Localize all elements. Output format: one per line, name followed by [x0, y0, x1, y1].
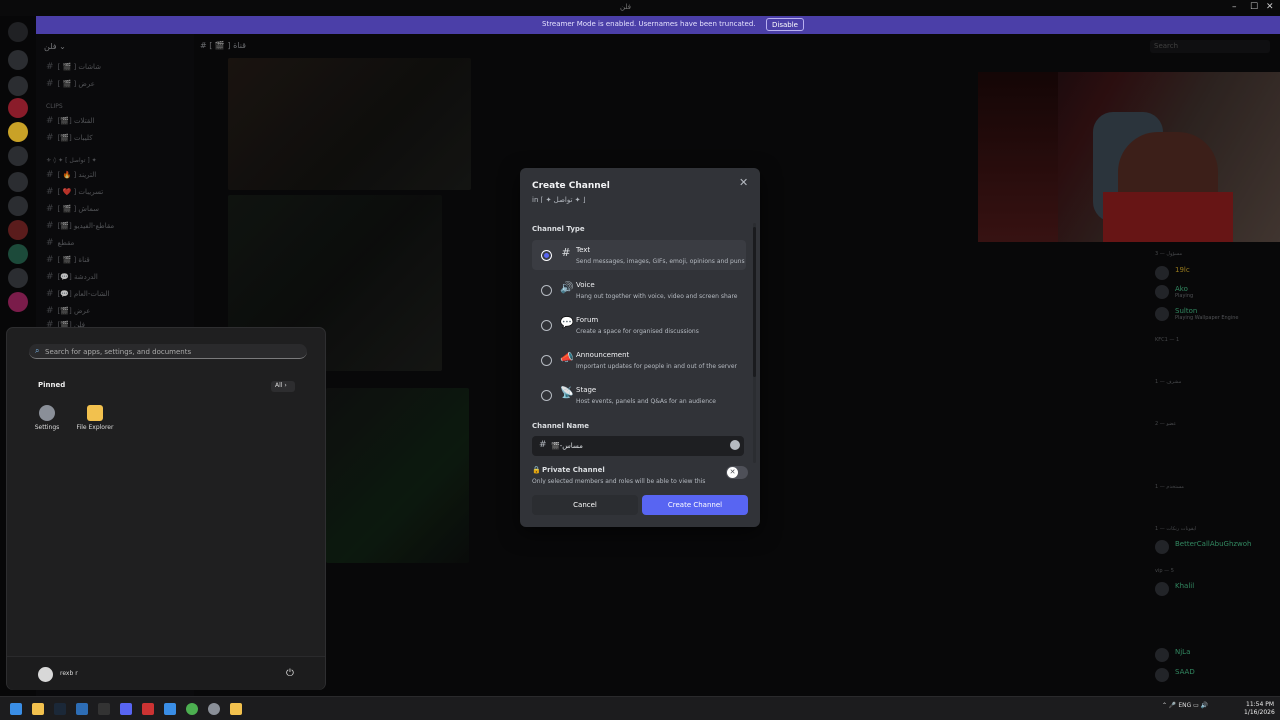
search-icon: ⌕: [35, 346, 40, 355]
server-icon[interactable]: [8, 196, 28, 216]
start-icon[interactable]: [10, 703, 22, 715]
server-icon[interactable]: [8, 172, 28, 192]
channel-type-stage[interactable]: 📡 Stage Host events, panels and Q&As for…: [532, 380, 746, 410]
radio[interactable]: [541, 390, 552, 401]
modal-subtitle: in ⌈ ✦ تواصل ✦ ⌋: [532, 196, 586, 204]
chrome-icon[interactable]: [186, 703, 198, 715]
clock[interactable]: 11:54 PM 1/16/2026: [1244, 701, 1275, 717]
server-icon[interactable]: [8, 244, 28, 264]
private-channel-desc: Only selected members and roles will be …: [532, 478, 706, 484]
forum-icon: 💬: [560, 316, 574, 329]
channel-name-label: Channel Name: [532, 422, 590, 430]
server-icon[interactable]: [8, 98, 28, 118]
app-icon[interactable]: [142, 703, 154, 715]
discord-icon[interactable]: [120, 703, 132, 715]
server-icon[interactable]: [8, 292, 28, 312]
option-label: Forum: [576, 316, 599, 324]
option-label: Voice: [576, 281, 595, 289]
channel-name-input[interactable]: [551, 441, 721, 451]
option-desc: Send messages, images, GIFs, emoji, opin…: [576, 258, 745, 265]
disable-streamer-button[interactable]: Disable: [766, 18, 804, 31]
option-desc: Create a space for organised discussions: [576, 328, 699, 335]
option-desc: Host events, panels and Q&As for an audi…: [576, 398, 716, 405]
modal-scrollbar[interactable]: [753, 223, 756, 463]
create-channel-button[interactable]: Create Channel: [642, 495, 748, 515]
gear-icon: [39, 405, 55, 421]
folder-icon: [87, 405, 103, 421]
emoji-icon[interactable]: [730, 440, 740, 450]
toggle-off-icon: ✕: [727, 467, 738, 478]
window-title: فلن: [620, 3, 631, 11]
banner-text: Streamer Mode is enabled. Usernames have…: [542, 20, 756, 28]
channel-type-forum[interactable]: 💬 Forum Create a space for organised dis…: [532, 310, 746, 340]
discord-home-icon[interactable]: [8, 22, 28, 42]
steam-icon[interactable]: [54, 703, 66, 715]
app-file-explorer[interactable]: File Explorer: [73, 405, 117, 431]
server-icon[interactable]: [8, 268, 28, 288]
user-avatar[interactable]: [38, 667, 53, 682]
server-icon[interactable]: [8, 76, 28, 96]
option-label: Text: [576, 246, 591, 254]
minimize-button[interactable]: –: [1232, 2, 1237, 12]
radio[interactable]: [541, 285, 552, 296]
window-titlebar: فلن – ☐ ✕: [0, 0, 1280, 16]
streamer-mode-banner: Streamer Mode is enabled. Usernames have…: [36, 16, 1280, 34]
channel-name-field[interactable]: #: [532, 436, 744, 456]
hashtag-icon: #: [539, 440, 547, 450]
stage-icon: 📡: [560, 386, 574, 399]
option-label: Stage: [576, 386, 597, 394]
option-desc: Important updates for people in and out …: [576, 363, 737, 370]
close-icon[interactable]: ✕: [739, 176, 748, 189]
power-icon[interactable]: ⏻: [286, 668, 294, 679]
app-icon[interactable]: [98, 703, 110, 715]
close-window-button[interactable]: ✕: [1266, 2, 1274, 12]
lock-icon: 🔒: [532, 466, 541, 474]
folder-icon[interactable]: [230, 703, 242, 715]
server-icon[interactable]: [8, 50, 28, 70]
option-desc: Hang out together with voice, video and …: [576, 293, 738, 300]
hashtag-icon: #: [561, 246, 571, 259]
server-icon[interactable]: [8, 122, 28, 142]
create-channel-modal: Create Channel in ⌈ ✦ تواصل ✦ ⌋ ✕ Channe…: [520, 168, 760, 527]
gear-icon[interactable]: [208, 703, 220, 715]
folder-icon[interactable]: [32, 703, 44, 715]
server-icon[interactable]: [8, 220, 28, 240]
radio[interactable]: [541, 320, 552, 331]
user-name[interactable]: rexb r: [60, 670, 78, 677]
app-icon[interactable]: [164, 703, 176, 715]
app-settings[interactable]: Settings: [25, 405, 69, 431]
start-search-box[interactable]: ⌕: [29, 344, 307, 359]
modal-title: Create Channel: [532, 181, 610, 191]
channel-type-announcement[interactable]: 📣 Announcement Important updates for peo…: [532, 345, 746, 375]
pinned-label: Pinned: [38, 381, 66, 389]
option-label: Announcement: [576, 351, 630, 359]
cancel-button[interactable]: Cancel: [532, 495, 638, 515]
language-indicator[interactable]: ENG: [1178, 702, 1191, 709]
maximize-button[interactable]: ☐: [1250, 2, 1258, 12]
start-search-input[interactable]: [45, 346, 285, 357]
private-channel-label: Private Channel: [542, 466, 605, 474]
speaker-icon: 🔊: [560, 281, 574, 294]
system-tray[interactable]: ⌃ 🎤 ENG ▭ 🔊: [1162, 702, 1208, 709]
app-icon[interactable]: [76, 703, 88, 715]
radio[interactable]: [541, 355, 552, 366]
channel-type-text[interactable]: # Text Send messages, images, GIFs, emoj…: [532, 240, 746, 270]
channel-type-voice[interactable]: 🔊 Voice Hang out together with voice, vi…: [532, 275, 746, 305]
radio-selected[interactable]: [541, 250, 552, 261]
channel-type-label: Channel Type: [532, 225, 585, 233]
server-icon[interactable]: [8, 146, 28, 166]
private-channel-toggle[interactable]: ✕: [726, 466, 748, 479]
megaphone-icon: 📣: [560, 351, 574, 364]
taskbar: ⌃ 🎤 ENG ▭ 🔊 11:54 PM 1/16/2026: [0, 696, 1280, 720]
start-menu-footer: rexb r ⏻: [7, 656, 325, 690]
all-apps-button[interactable]: All ›: [271, 381, 295, 392]
start-menu: ⌕ Pinned All › Settings File Explorer re…: [6, 327, 326, 690]
